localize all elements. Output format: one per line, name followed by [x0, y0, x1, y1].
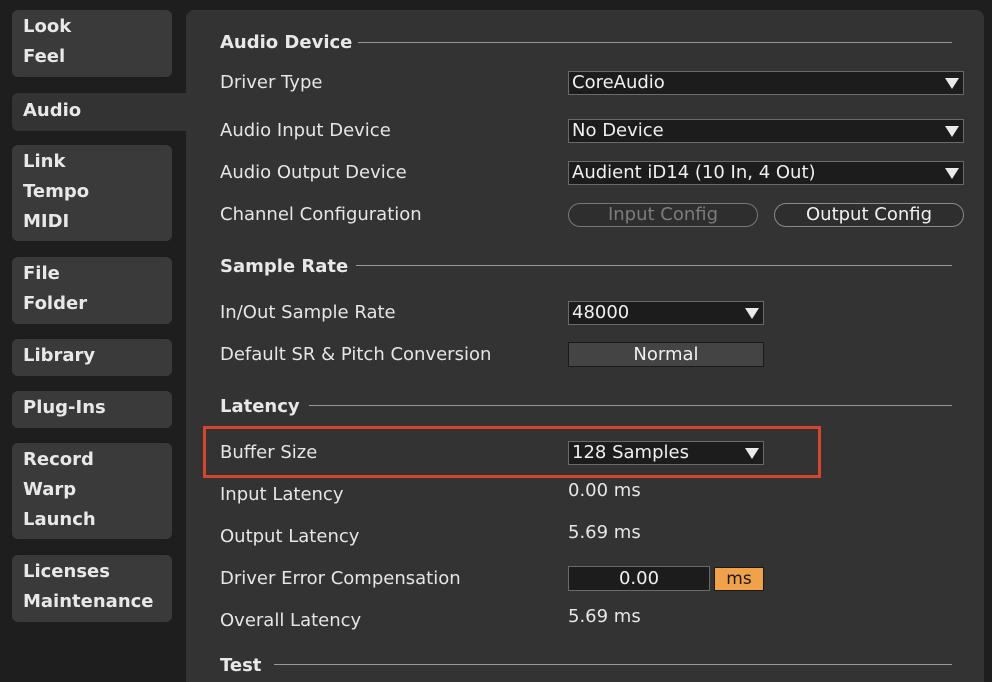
sidebar-item-plug-ins[interactable]: Plug-Ins — [23, 393, 172, 423]
dropdown-arrow-icon — [945, 126, 959, 137]
input-latency-label: Input Latency — [220, 484, 344, 505]
sr-conversion-button[interactable]: Normal — [568, 342, 764, 367]
driver-type-value: CoreAudio — [572, 72, 665, 93]
sidebar-item-launch[interactable]: Launch — [23, 505, 172, 535]
sidebar-item-licenses[interactable]: Licenses — [23, 557, 172, 587]
buffer-size-label: Buffer Size — [220, 442, 318, 463]
input-latency-value: 0.00 ms — [568, 480, 641, 501]
section-divider — [356, 265, 952, 266]
sidebar-item-midi[interactable]: MIDI — [23, 207, 172, 237]
driver-type-dropdown[interactable]: CoreAudio — [568, 71, 964, 95]
section-divider — [309, 405, 952, 406]
in-out-sample-rate-value: 48000 — [572, 302, 630, 323]
sidebar-group-link-tempo-midi[interactable]: Link Tempo MIDI — [12, 145, 172, 241]
section-heading-sample-rate: Sample Rate — [220, 255, 349, 277]
dropdown-arrow-icon — [745, 308, 759, 319]
section-divider — [274, 664, 952, 665]
dropdown-arrow-icon — [945, 168, 959, 179]
sidebar-group-library[interactable]: Library — [12, 339, 172, 376]
output-latency-label: Output Latency — [220, 526, 360, 547]
driver-error-unit-button[interactable]: ms — [714, 567, 764, 591]
driver-type-label: Driver Type — [220, 72, 323, 93]
sidebar-item-link[interactable]: Link — [23, 147, 172, 177]
section-heading-latency: Latency — [220, 395, 300, 417]
in-out-sample-rate-dropdown[interactable]: 48000 — [568, 301, 764, 325]
driver-error-compensation-label: Driver Error Compensation — [220, 568, 461, 589]
audio-input-device-label: Audio Input Device — [220, 120, 391, 141]
section-heading-audio-device: Audio Device — [220, 31, 353, 53]
sidebar-group-record-warp-launch[interactable]: Record Warp Launch — [12, 443, 172, 539]
driver-error-compensation-input[interactable]: 0.00 — [568, 566, 710, 591]
overall-latency-value: 5.69 ms — [568, 606, 641, 627]
buffer-size-dropdown[interactable]: 128 Samples — [568, 441, 764, 465]
sidebar-item-maintenance[interactable]: Maintenance — [23, 587, 172, 617]
audio-input-device-value: No Device — [572, 120, 664, 141]
channel-configuration-label: Channel Configuration — [220, 204, 422, 225]
sidebar-item-look[interactable]: Look — [23, 12, 172, 42]
section-divider — [358, 42, 952, 43]
sidebar-group-file-folder[interactable]: File Folder — [12, 257, 172, 324]
section-heading-test: Test — [220, 654, 262, 676]
audio-input-device-dropdown[interactable]: No Device — [568, 119, 964, 143]
audio-output-device-dropdown[interactable]: Audient iD14 (10 In, 4 Out) — [568, 161, 964, 185]
dropdown-arrow-icon — [945, 78, 959, 89]
sidebar-item-record[interactable]: Record — [23, 445, 172, 475]
sidebar-item-warp[interactable]: Warp — [23, 475, 172, 505]
sidebar-group-audio[interactable]: Audio — [12, 93, 186, 131]
buffer-size-value: 128 Samples — [572, 442, 689, 463]
audio-output-device-value: Audient iD14 (10 In, 4 Out) — [572, 162, 816, 183]
default-sr-conversion-label: Default SR & Pitch Conversion — [220, 344, 492, 365]
dropdown-arrow-icon — [745, 448, 759, 459]
in-out-sample-rate-label: In/Out Sample Rate — [220, 302, 396, 323]
preferences-window: Look Feel Audio Link Tempo MIDI File Fol… — [0, 0, 992, 682]
sidebar-item-folder[interactable]: Folder — [23, 289, 172, 319]
input-config-button[interactable]: Input Config — [568, 203, 758, 227]
sidebar-group-plug-ins[interactable]: Plug-Ins — [12, 391, 172, 428]
audio-output-device-label: Audio Output Device — [220, 162, 407, 183]
sidebar-item-feel[interactable]: Feel — [23, 42, 172, 72]
sidebar-group-licenses-maintenance[interactable]: Licenses Maintenance — [12, 555, 172, 622]
sidebar-item-tempo[interactable]: Tempo — [23, 177, 172, 207]
sidebar-group-look-feel[interactable]: Look Feel — [12, 10, 172, 77]
output-config-button[interactable]: Output Config — [774, 203, 964, 227]
sidebar-item-library[interactable]: Library — [23, 341, 172, 371]
output-latency-value: 5.69 ms — [568, 522, 641, 543]
overall-latency-label: Overall Latency — [220, 610, 362, 631]
sidebar-item-audio[interactable]: Audio — [23, 96, 186, 126]
sidebar-item-file[interactable]: File — [23, 259, 172, 289]
